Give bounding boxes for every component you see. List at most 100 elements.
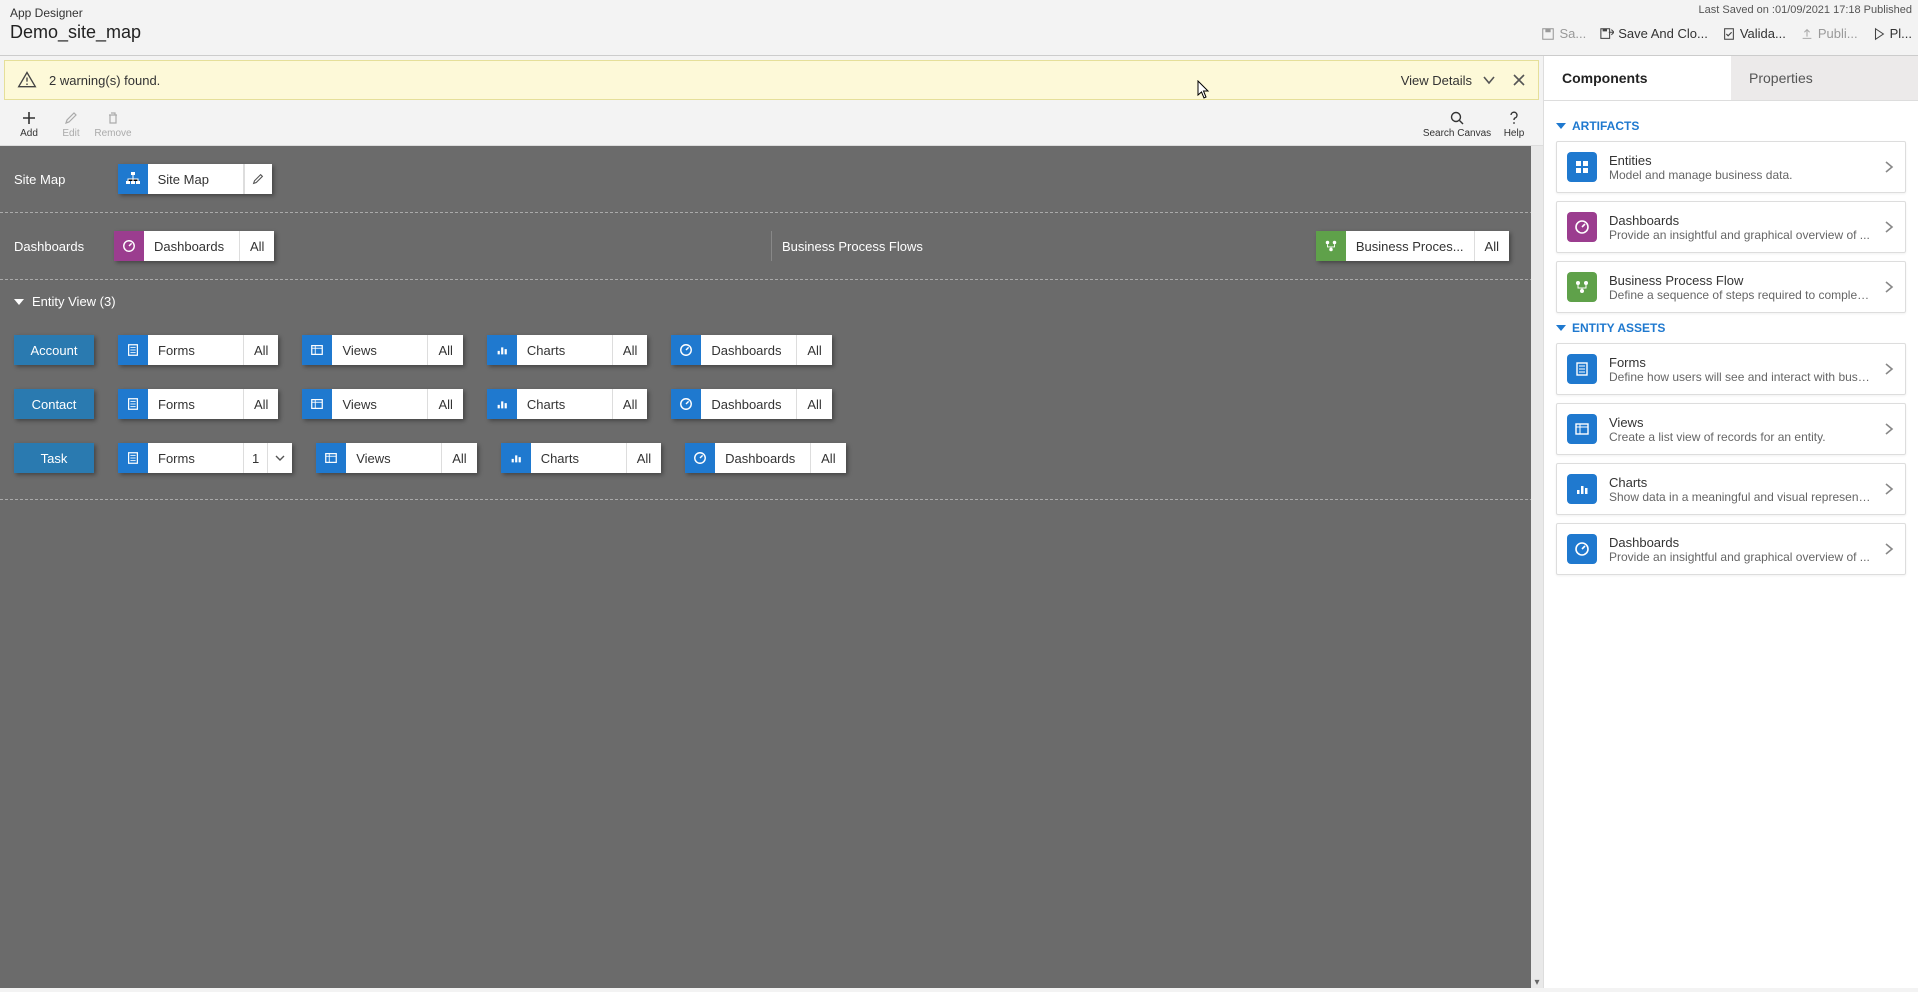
views-icon [1567, 414, 1597, 444]
component-views[interactable]: Views Create a list view of records for … [1556, 403, 1906, 455]
triangle-down-icon [1556, 325, 1566, 331]
sitemap-edit-button[interactable] [244, 164, 272, 194]
tile-label: Forms [148, 443, 244, 473]
dashboard-icon [114, 231, 144, 261]
save-and-close-button[interactable]: Save And Clo... [1600, 26, 1708, 41]
tile-label: Charts [517, 389, 613, 419]
sitemap-label: Site Map [14, 172, 114, 187]
component-title: Dashboards [1609, 535, 1871, 550]
chevron-right-icon [1883, 161, 1895, 173]
component-bpf[interactable]: Business Process Flow Define a sequence … [1556, 261, 1906, 313]
chevron-right-icon [1883, 483, 1895, 495]
entity-chip[interactable]: Account [14, 335, 94, 365]
charts-tile[interactable]: ChartsAll [501, 443, 661, 473]
warning-bar: 2 warning(s) found. View Details [4, 60, 1539, 100]
tile-count[interactable]: All [613, 335, 647, 365]
triangle-down-icon [1556, 123, 1566, 129]
component-desc: Define a sequence of steps required to c… [1609, 288, 1871, 302]
publish-icon [1800, 27, 1814, 41]
tile-dropdown[interactable] [268, 443, 292, 473]
tile-count[interactable]: All [428, 335, 462, 365]
component-title: Views [1609, 415, 1871, 430]
entity-chip[interactable]: Task [14, 443, 94, 473]
dashboards-tile[interactable]: DashboardsAll [671, 389, 831, 419]
close-warning-button[interactable] [1512, 73, 1526, 87]
charts-icon [1567, 474, 1597, 504]
scroll-down-icon[interactable]: ▾ [1531, 976, 1543, 988]
entities-icon [1567, 152, 1597, 182]
group-entity-assets[interactable]: ENTITY ASSETS [1556, 321, 1906, 335]
play-button[interactable]: Pl... [1872, 26, 1912, 41]
component-title: Entities [1609, 153, 1871, 168]
component-dashboards[interactable]: Dashboards Provide an insightful and gra… [1556, 201, 1906, 253]
entity-row: AccountFormsAllViewsAllChartsAllDashboar… [0, 323, 1543, 377]
dashboards-tile[interactable]: Dashboards All [114, 231, 274, 261]
bpf-label: Business Process Flows [782, 239, 942, 254]
chevron-right-icon [1883, 363, 1895, 375]
group-artifacts[interactable]: ARTIFACTS [1556, 119, 1906, 133]
expand-warning-button[interactable] [1482, 73, 1496, 87]
tile-label: Dashboards [701, 335, 797, 365]
tile-count[interactable]: All [627, 443, 661, 473]
save-icon [1541, 27, 1555, 41]
tile-count[interactable]: All [244, 335, 278, 365]
tile-count[interactable]: All [442, 443, 476, 473]
tile-count[interactable]: All [613, 389, 647, 419]
forms-tile[interactable]: Forms1 [118, 443, 292, 473]
tile-count[interactable]: All [797, 335, 831, 365]
tile-label: Dashboards [701, 389, 797, 419]
forms-tile[interactable]: FormsAll [118, 335, 278, 365]
chevron-down-icon [275, 453, 285, 463]
entity-chip[interactable]: Contact [14, 389, 94, 419]
search-icon [1449, 110, 1465, 126]
tile-count[interactable]: All [428, 389, 462, 419]
help-button[interactable]: Help [1493, 104, 1535, 146]
publish-button: Publi... [1800, 26, 1858, 41]
forms-icon [118, 389, 148, 419]
tile-count[interactable]: All [797, 389, 831, 419]
canvas-scrollbar[interactable]: ▾ [1531, 146, 1543, 988]
app-title: App Designer [10, 6, 1908, 20]
charts-icon [501, 443, 531, 473]
charts-icon [487, 335, 517, 365]
search-canvas-button[interactable]: Search Canvas [1421, 104, 1493, 146]
chevron-right-icon [1883, 281, 1895, 293]
save-button: Sa... [1541, 26, 1586, 41]
charts-tile[interactable]: ChartsAll [487, 335, 647, 365]
tab-components[interactable]: Components [1544, 56, 1731, 100]
pencil-icon [63, 110, 79, 126]
bpf-tile[interactable]: Business Proces... All [1316, 231, 1509, 261]
component-desc: Define how users will see and interact w… [1609, 370, 1871, 384]
triangle-down-icon [14, 299, 24, 305]
plus-icon [21, 110, 37, 126]
component-entities[interactable]: Entities Model and manage business data. [1556, 141, 1906, 193]
component-forms[interactable]: Forms Define how users will see and inte… [1556, 343, 1906, 395]
tile-count: 1 [244, 443, 268, 473]
bpf-count[interactable]: All [1475, 231, 1509, 261]
views-icon [316, 443, 346, 473]
entity-view-toggle[interactable]: Entity View (3) [0, 280, 1543, 323]
view-details-link[interactable]: View Details [1401, 73, 1472, 88]
tile-count[interactable]: All [244, 389, 278, 419]
tile-label: Charts [517, 335, 613, 365]
tab-properties[interactable]: Properties [1731, 56, 1918, 100]
warning-text: 2 warning(s) found. [49, 73, 1401, 88]
component-charts[interactable]: Charts Show data in a meaningful and vis… [1556, 463, 1906, 515]
views-tile[interactable]: ViewsAll [302, 335, 462, 365]
charts-tile[interactable]: ChartsAll [487, 389, 647, 419]
forms-tile[interactable]: FormsAll [118, 389, 278, 419]
dashboards-icon [671, 389, 701, 419]
views-tile[interactable]: ViewsAll [316, 443, 476, 473]
sitemap-tile[interactable]: Site Map [118, 164, 272, 194]
dashboards-tile[interactable]: DashboardsAll [671, 335, 831, 365]
dashboards-count[interactable]: All [240, 231, 274, 261]
tile-count[interactable]: All [811, 443, 845, 473]
validate-button[interactable]: Valida... [1722, 26, 1786, 41]
add-button[interactable]: Add [8, 104, 50, 146]
dashboards-tile[interactable]: DashboardsAll [685, 443, 845, 473]
views-tile[interactable]: ViewsAll [302, 389, 462, 419]
component-dashboards-asset[interactable]: Dashboards Provide an insightful and gra… [1556, 523, 1906, 575]
component-desc: Provide an insightful and graphical over… [1609, 228, 1871, 242]
entity-view-label: Entity View (3) [32, 294, 116, 309]
views-icon [302, 389, 332, 419]
